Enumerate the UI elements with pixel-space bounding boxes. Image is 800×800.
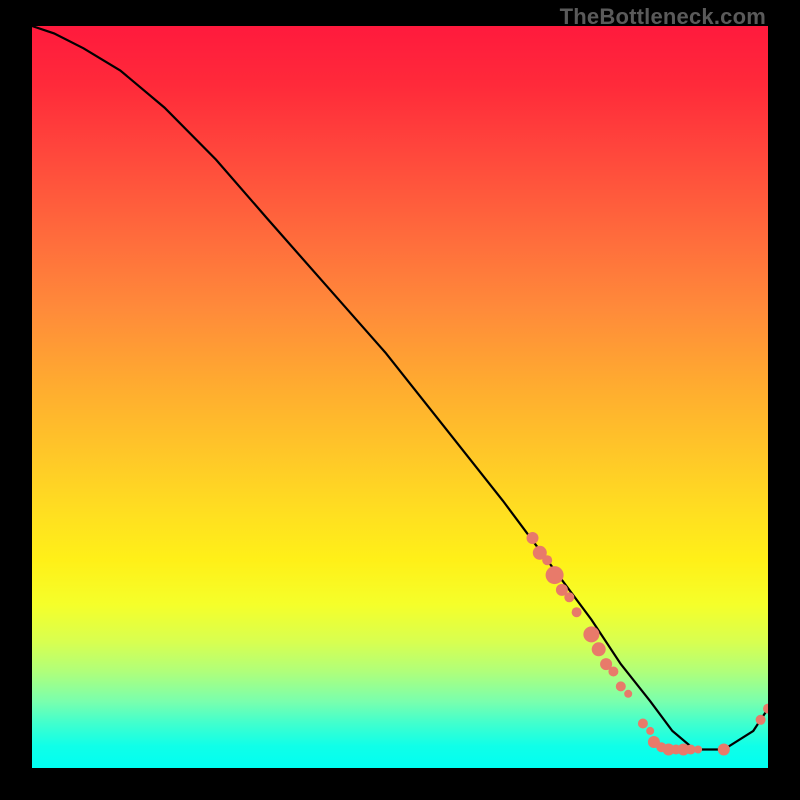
data-point — [546, 566, 564, 584]
data-point — [638, 719, 648, 729]
data-point — [583, 626, 599, 642]
data-point — [718, 744, 730, 756]
data-point — [542, 555, 552, 565]
data-point — [592, 642, 606, 656]
marker-group — [527, 532, 769, 756]
data-point — [756, 715, 766, 725]
data-point — [616, 681, 626, 691]
data-point — [646, 727, 654, 735]
curve-line — [32, 26, 768, 750]
data-point — [694, 746, 702, 754]
data-point — [624, 690, 632, 698]
data-point — [564, 592, 574, 602]
data-point — [572, 607, 582, 617]
data-point — [527, 532, 539, 544]
chart-svg — [32, 26, 768, 768]
chart-frame: TheBottleneck.com — [0, 0, 800, 800]
data-point — [608, 667, 618, 677]
data-point — [763, 704, 768, 714]
plot-area — [32, 26, 768, 768]
